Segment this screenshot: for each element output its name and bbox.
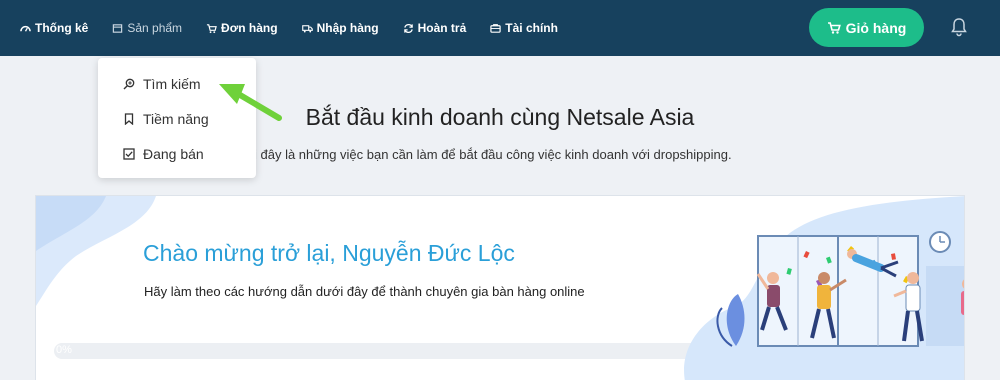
checkbox-icon xyxy=(123,147,135,160)
dropdown-item-label: Tìm kiếm xyxy=(143,75,201,92)
dropdown-item-dang-ban[interactable]: Đang bán xyxy=(98,136,256,171)
refresh-icon xyxy=(403,23,413,33)
box-icon xyxy=(113,23,123,33)
nav-item-tai-chinh[interactable]: Tài chính xyxy=(490,21,558,35)
truck-icon xyxy=(301,24,313,32)
nav-item-don-hang[interactable]: Đơn hàng xyxy=(206,21,278,35)
nav-label: Tài chính xyxy=(505,21,558,35)
nav-label: Nhập hàng xyxy=(316,21,379,35)
progress-label: 0% xyxy=(56,344,72,356)
welcome-guide-text: Hãy làm theo các hướng dẫn dưới đây để t… xyxy=(144,284,585,299)
cart-button-label: Giỏ hàng xyxy=(845,19,907,36)
cart-icon xyxy=(206,23,217,33)
cart-button[interactable]: Giỏ hàng xyxy=(809,8,924,47)
nav-item-nhap-hang[interactable]: Nhập hàng xyxy=(301,21,379,35)
wallet-icon xyxy=(490,23,501,33)
welcome-card: Chào mừng trở lại, Nguyễn Đức Lộc Hãy là… xyxy=(35,195,965,380)
nav-label: Thống kê xyxy=(35,21,89,35)
search-icon xyxy=(123,78,135,89)
nav-label: Đơn hàng xyxy=(221,21,278,35)
nav-item-thong-ke[interactable]: Thống kê xyxy=(20,21,88,35)
cart-icon xyxy=(827,21,841,34)
page-subtitle: i đây là những việc bạn cần làm để bắt đ… xyxy=(254,147,732,162)
nav-label: Sản phẩm xyxy=(127,21,183,35)
dropdown-item-label: Tiềm năng xyxy=(143,110,209,127)
nav-item-san-pham[interactable]: Sản phẩm xyxy=(112,21,182,35)
nav-item-hoan-tra[interactable]: Hoàn trả xyxy=(403,21,467,35)
nav-label: Hoàn trả xyxy=(417,21,467,35)
bell-icon[interactable] xyxy=(950,17,968,37)
pointer-arrow-icon xyxy=(219,84,282,121)
dropdown-item-label: Đang bán xyxy=(143,145,204,162)
page-title-text: Bắt đầu kinh doanh cùng Netsale Asia xyxy=(305,104,695,130)
welcome-heading: Chào mừng trở lại, Nguyễn Đức Lộc xyxy=(143,240,515,266)
bookmark-icon xyxy=(124,112,134,125)
dashboard-icon xyxy=(20,25,31,32)
celebration-illustration xyxy=(684,196,964,380)
main-nav: Thống kê Sản phẩm Đơn hàng Nhập hàng Hoà… xyxy=(20,0,582,56)
top-navbar: Thống kê Sản phẩm Đơn hàng Nhập hàng Hoà… xyxy=(0,0,1000,56)
